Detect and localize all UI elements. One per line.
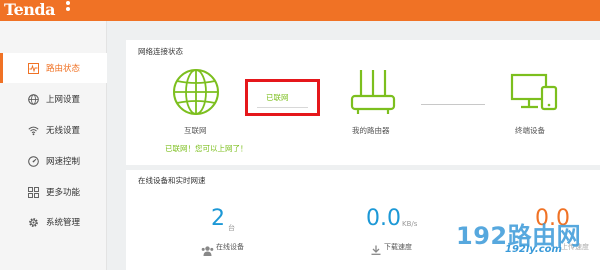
connection-message: 已联网！您可以上网了！ bbox=[165, 144, 248, 153]
internet-label: 互联网 bbox=[184, 126, 207, 135]
logo-dot bbox=[66, 1, 70, 5]
sidebar-item-label: 网速控制 bbox=[46, 157, 81, 167]
sidebar-item-label: 上网设置 bbox=[46, 95, 81, 105]
devices-icon bbox=[510, 73, 558, 119]
connection-line bbox=[257, 107, 308, 108]
speedometer-icon bbox=[28, 155, 39, 167]
online-devices-label: 在线设备 bbox=[216, 243, 244, 251]
connection-status-text: 已联网 bbox=[266, 93, 289, 102]
sidebar-item-system-management[interactable]: 系统管理 bbox=[0, 207, 107, 237]
sidebar-item-label: 路由状态 bbox=[46, 64, 81, 74]
logo-dot bbox=[66, 7, 70, 11]
sidebar-item-label: 更多功能 bbox=[46, 188, 81, 198]
sidebar-item-wireless-settings[interactable]: 无线设置 bbox=[0, 115, 107, 145]
wifi-icon bbox=[28, 125, 39, 136]
watermark-url: 192ly.com bbox=[505, 244, 562, 255]
devices-label: 终端设备 bbox=[515, 126, 545, 135]
devices-unit: 台 bbox=[228, 224, 235, 232]
top-header-bar: Tenda bbox=[0, 0, 600, 21]
download-speed-unit: KB/s bbox=[402, 220, 418, 228]
panel-title: 网络连接状态 bbox=[138, 47, 183, 56]
globe-icon bbox=[28, 93, 39, 105]
online-devices-count: 2 bbox=[211, 206, 225, 231]
download-speed-value: 0.0 bbox=[366, 206, 401, 231]
panel-title: 在线设备和实时网速 bbox=[138, 176, 206, 185]
sidebar-item-speed-control[interactable]: 网速控制 bbox=[0, 146, 107, 176]
globe-icon bbox=[172, 68, 220, 120]
sidebar: 路由状态 上网设置 无线设置 网速控制 更多功能 系统管理 bbox=[0, 21, 107, 270]
sidebar-item-internet-settings[interactable]: 上网设置 bbox=[0, 84, 107, 114]
grid-icon bbox=[28, 186, 39, 198]
gear-icon bbox=[28, 217, 39, 228]
router-label: 我的路由器 bbox=[352, 126, 390, 135]
sidebar-item-label: 系统管理 bbox=[46, 218, 81, 228]
sidebar-item-label: 无线设置 bbox=[46, 126, 81, 136]
sidebar-item-router-status[interactable]: 路由状态 bbox=[0, 53, 107, 83]
sidebar-item-more-functions[interactable]: 更多功能 bbox=[0, 177, 107, 207]
status-icon bbox=[28, 62, 39, 74]
router-icon bbox=[349, 68, 397, 120]
tenda-logo: Tenda bbox=[4, 0, 55, 19]
download-icon bbox=[371, 240, 381, 259]
users-icon bbox=[201, 241, 214, 260]
connection-line bbox=[421, 104, 485, 105]
download-speed-label: 下载速度 bbox=[384, 243, 412, 251]
